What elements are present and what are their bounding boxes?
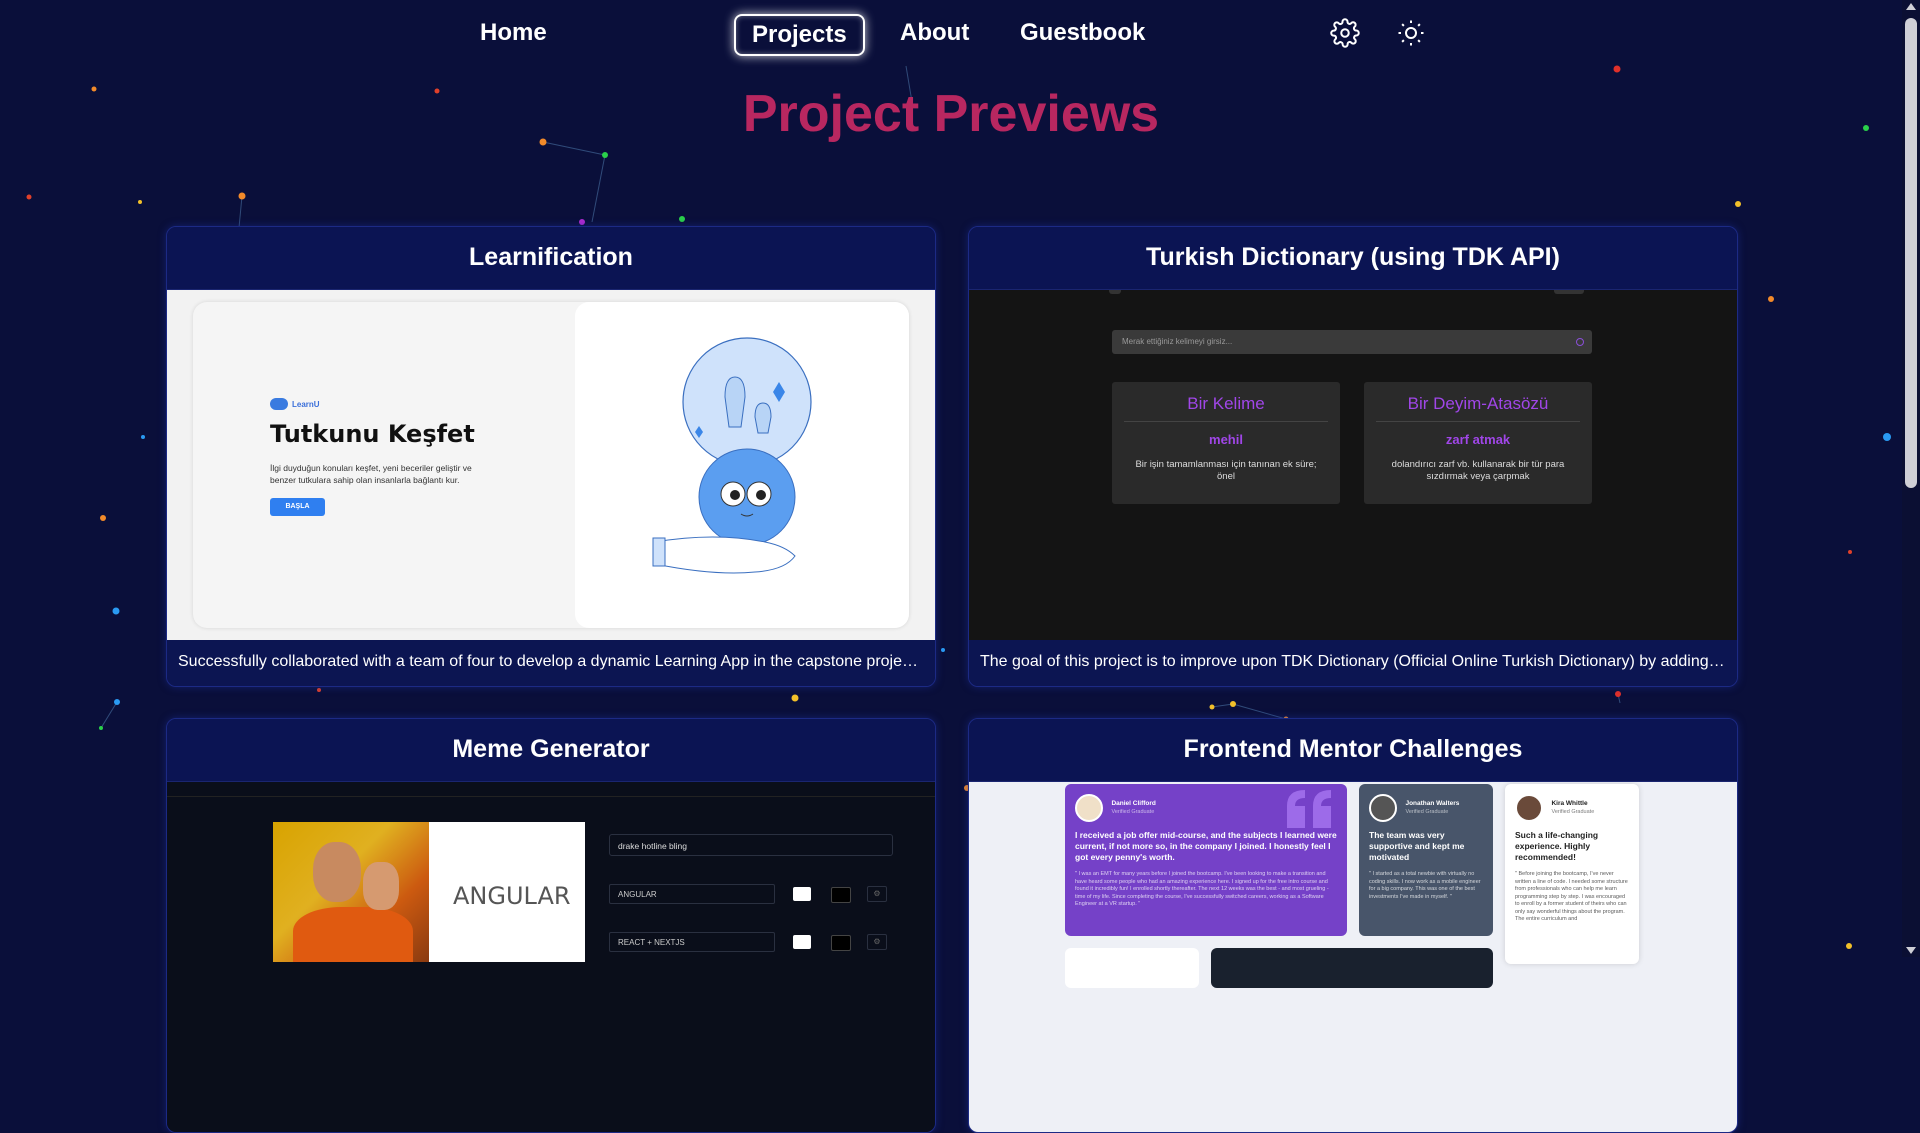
idiom-of-day-box: Bir Deyim-Atasözü zarf atmak dolandırıcı… [1364,382,1592,504]
meme-template-select: drake hotline bling [609,834,893,856]
nav-projects[interactable]: Projects [734,14,865,56]
card-description: Successfully collaborated with a team of… [167,640,935,686]
search-icon [1576,338,1584,346]
meme-image: ANGULAR [273,822,585,962]
preview-start-button: BAŞLA [270,498,325,516]
preview-heading: Tutkunu Keşfet [270,420,475,448]
project-preview-image[interactable]: LearnU Tutkunu Keşfet İlgi duyduğun konu… [167,290,935,640]
project-preview-image[interactable]: ANGULAR drake hotline bling ANGULAR ⚙ RE… [167,782,935,1132]
card-title: Turkish Dictionary (using TDK API) [969,227,1737,290]
testimonial-card: Jonathan Walters Verified Graduate The te… [1359,784,1493,936]
testimonial-card: Daniel Clifford Verified Graduate I recei… [1065,784,1347,936]
learnu-logo: LearnU [270,398,320,410]
avatar [1369,794,1397,822]
card-title: Meme Generator [167,719,935,782]
project-card-turkish-dictionary[interactable]: Turkish Dictionary (using TDK API) Merak… [968,226,1738,687]
nav-home[interactable]: Home [464,14,563,52]
project-preview-image[interactable]: Daniel Clifford Verified Graduate I recei… [969,782,1737,1132]
project-preview-image[interactable]: Merak ettiğiniz kelimeyi girsiz... Bir K… [969,290,1737,640]
meme-line-input: REACT + NEXTJS [609,932,775,952]
preview-search-input: Merak ettiğiniz kelimeyi girsiz... [1112,330,1592,354]
scroll-up-arrow-icon[interactable] [1906,3,1916,10]
meme-line-input: ANGULAR [609,884,775,904]
testimonial-card: Kira Whittle Verified Graduate Such a lif… [1505,784,1639,964]
project-card-meme-generator[interactable]: Meme Generator ANGULAR drake hotline bli… [166,718,936,1133]
project-card-frontend-mentor[interactable]: Frontend Mentor Challenges Daniel Cliffo… [968,718,1738,1133]
scrollbar[interactable] [1902,0,1920,957]
preview-text: İlgi duyduğun konuları keşfet, yeni bece… [270,463,472,485]
avatar [1515,794,1543,822]
scroll-down-arrow-icon[interactable] [1906,947,1916,954]
gear-icon[interactable] [1330,18,1360,48]
nav-guestbook[interactable]: Guestbook [1004,14,1161,52]
word-of-day-box: Bir Kelime mehil Bir işin tamamlanması i… [1112,382,1340,504]
nav-about[interactable]: About [884,14,985,52]
avatar [1075,794,1103,822]
project-card-learnification[interactable]: Learnification LearnU Tutkunu Keşfet İlg… [166,226,936,687]
card-description: The goal of this project is to improve u… [969,640,1737,686]
sun-icon[interactable] [1396,18,1426,48]
scrollbar-thumb[interactable] [1905,18,1917,488]
card-title: Frontend Mentor Challenges [969,719,1737,782]
mascot-illustration [575,302,909,628]
page-title: Project Previews [742,85,1160,143]
card-title: Learnification [167,227,935,290]
